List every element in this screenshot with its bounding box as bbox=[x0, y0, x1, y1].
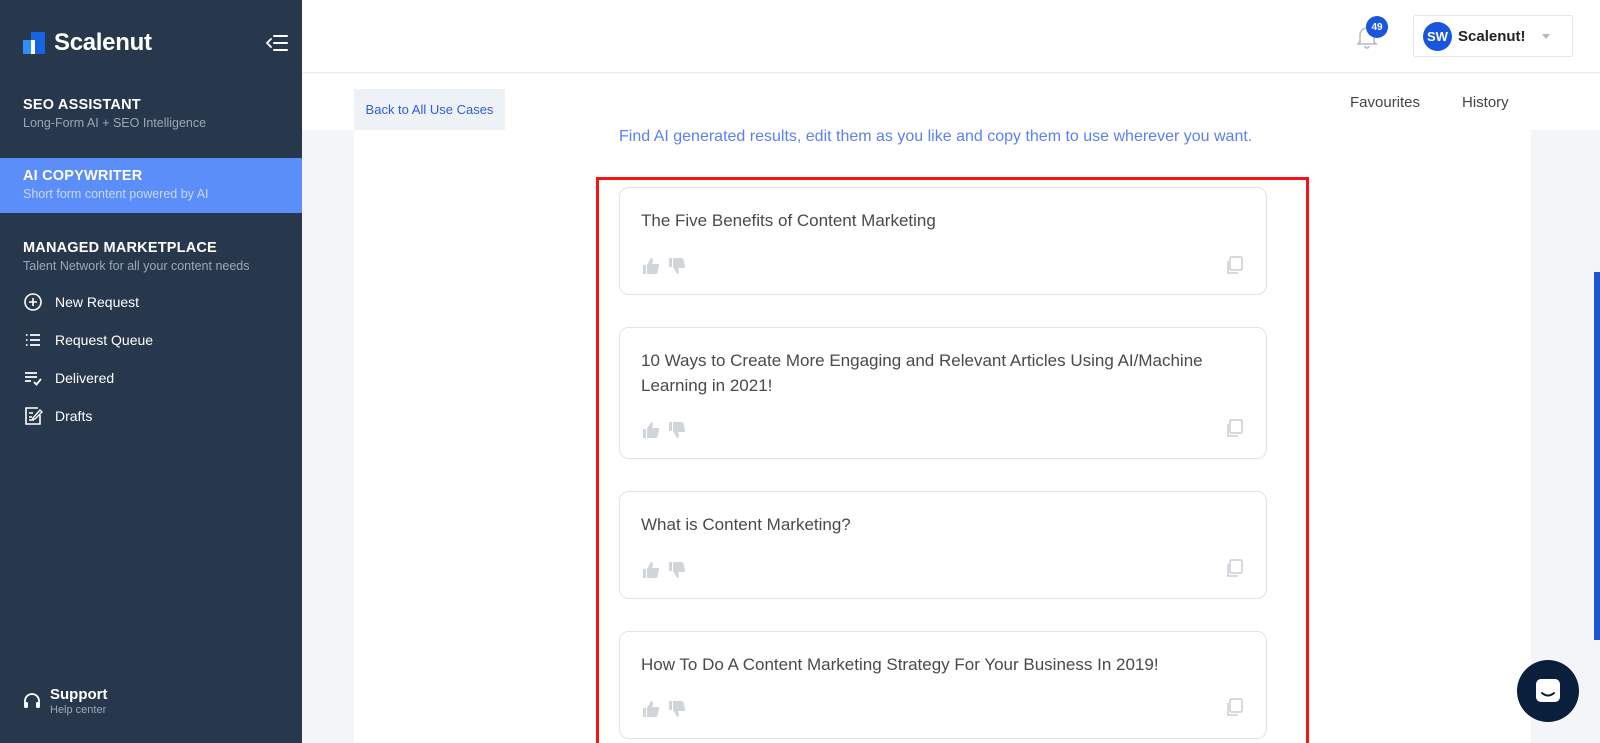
ai-copywriter-title: AI COPYWRITER bbox=[23, 168, 143, 184]
back-to-use-cases-button[interactable]: Back to All Use Cases bbox=[354, 89, 505, 130]
sidebar: Scalenut SEO ASSISTANT Long-Form AI + SE… bbox=[0, 0, 302, 743]
helper-text: Find AI generated results, edit them as … bbox=[619, 128, 1253, 145]
chevron-down-icon bbox=[1542, 34, 1550, 39]
chat-icon bbox=[1536, 679, 1560, 702]
drafts-label: Drafts bbox=[55, 408, 93, 424]
collapse-menu-icon[interactable] bbox=[266, 34, 288, 52]
managed-marketplace-subtitle: Talent Network for all your content need… bbox=[23, 259, 250, 273]
scrollbar[interactable] bbox=[1594, 272, 1600, 640]
sidebar-item-seo-assistant[interactable]: SEO ASSISTANT Long-Form AI + SEO Intelli… bbox=[0, 97, 302, 130]
support-title: Support bbox=[50, 686, 108, 703]
support-subtitle: Help center bbox=[50, 704, 107, 716]
plus-circle-icon bbox=[24, 293, 42, 311]
managed-marketplace-title: MANAGED MARKETPLACE bbox=[23, 240, 217, 256]
notification-count-badge: 49 bbox=[1366, 16, 1388, 38]
sidebar-item-managed-marketplace[interactable]: MANAGED MARKETPLACE Talent Network for a… bbox=[0, 240, 302, 273]
sidebar-item-request-queue[interactable]: Request Queue bbox=[23, 330, 153, 350]
user-menu[interactable]: SW Scalenut! bbox=[1413, 15, 1573, 57]
headset-icon bbox=[24, 693, 40, 708]
sidebar-item-ai-copywriter[interactable]: AI COPYWRITER Short form content powered… bbox=[0, 158, 302, 213]
new-request-label: New Request bbox=[55, 294, 140, 310]
highlight-frame bbox=[596, 177, 1309, 743]
delivered-label: Delivered bbox=[55, 370, 115, 386]
edit-icon bbox=[25, 407, 43, 425]
avatar: SW bbox=[1423, 21, 1452, 51]
ai-copywriter-subtitle: Short form content powered by AI bbox=[23, 187, 209, 201]
sidebar-item-new-request[interactable]: New Request bbox=[23, 292, 139, 312]
seo-assistant-subtitle: Long-Form AI + SEO Intelligence bbox=[23, 116, 207, 130]
request-queue-label: Request Queue bbox=[55, 332, 154, 348]
logo[interactable]: Scalenut bbox=[23, 29, 152, 57]
checklist-icon bbox=[25, 372, 42, 386]
top-header bbox=[302, 0, 1600, 73]
tab-history[interactable]: History bbox=[1462, 94, 1509, 111]
list-icon bbox=[26, 334, 40, 346]
user-name: Scalenut! bbox=[1458, 27, 1526, 45]
logo-text: Scalenut bbox=[54, 29, 152, 56]
sidebar-item-drafts[interactable]: Drafts bbox=[23, 406, 92, 426]
sidebar-item-delivered[interactable]: Delivered bbox=[23, 368, 114, 388]
tab-favourites[interactable]: Favourites bbox=[1350, 94, 1420, 111]
support-link[interactable]: Support Help center bbox=[22, 686, 108, 716]
logo-icon bbox=[23, 32, 45, 54]
chat-launcher-button[interactable] bbox=[1517, 660, 1579, 722]
seo-assistant-title: SEO ASSISTANT bbox=[23, 97, 141, 113]
